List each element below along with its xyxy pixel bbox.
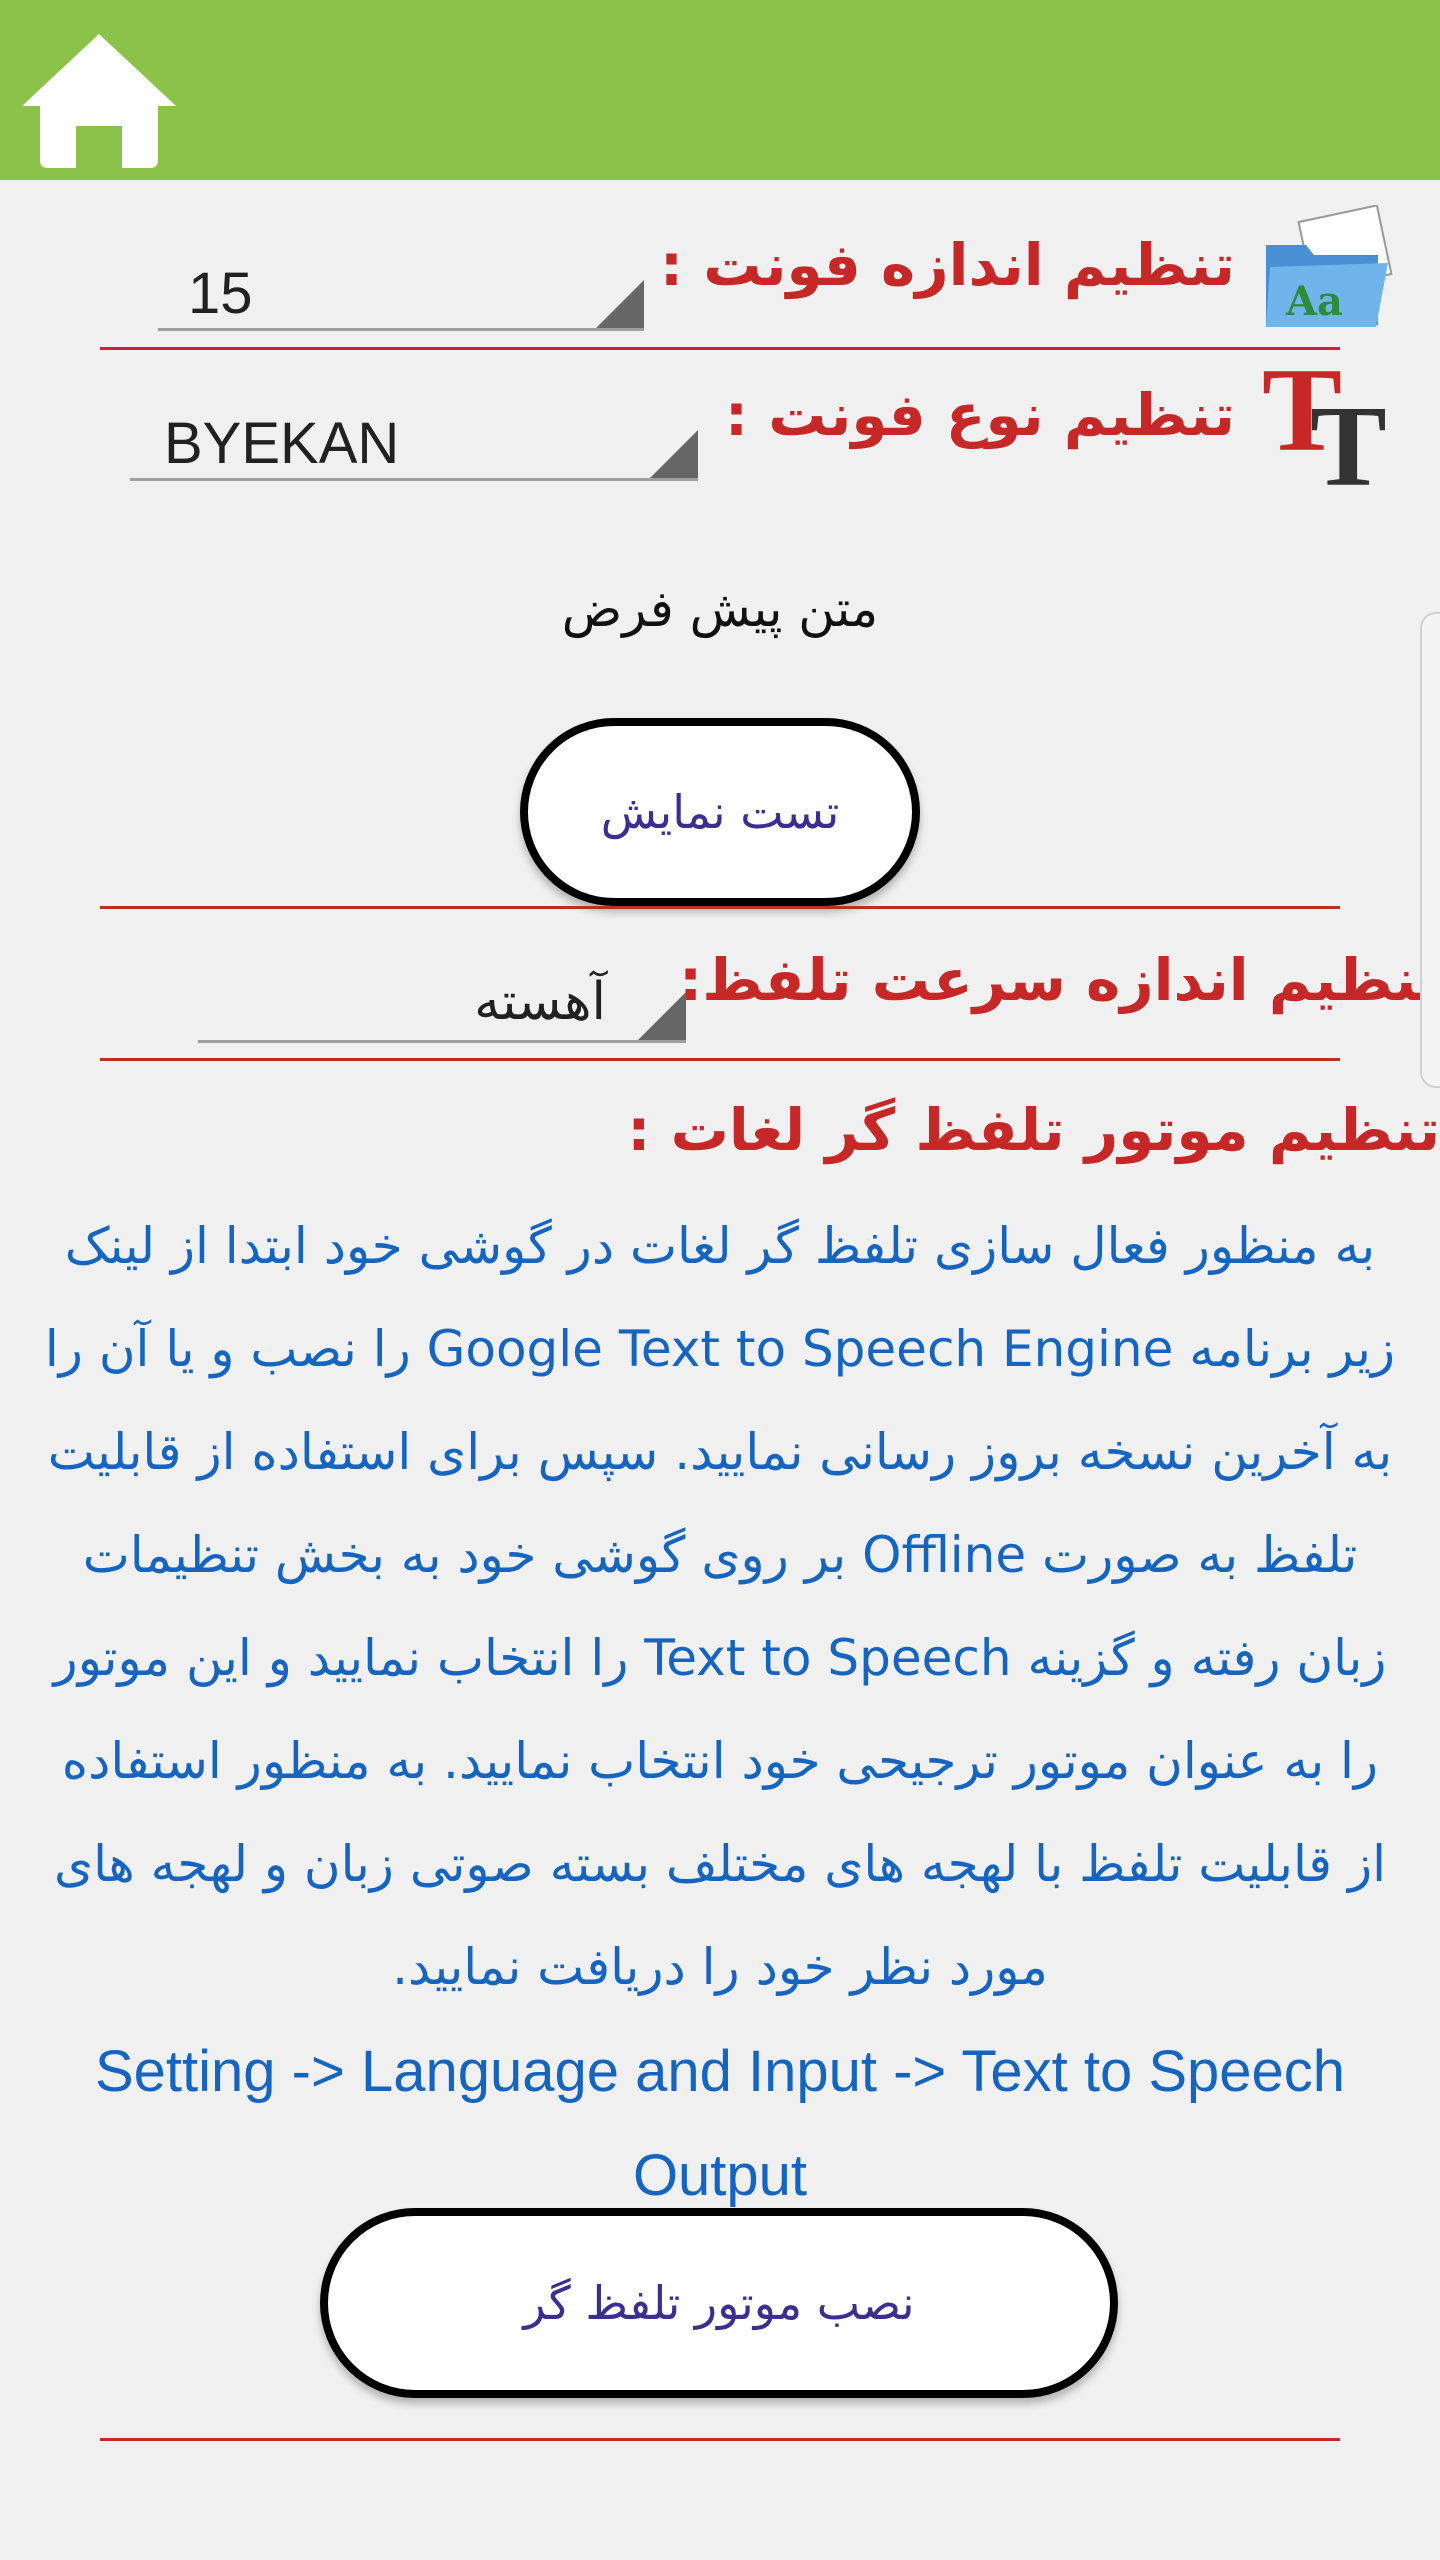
svg-text:Aa: Aa — [1285, 278, 1343, 325]
install-tts-button-label: نصب موتور تلفظ گر — [523, 2276, 915, 2330]
default-preview-text: متن پیش فرض — [561, 580, 879, 638]
tts-engine-label: تنظیم موتور تلفظ گر لغات : — [627, 1096, 1440, 1164]
font-size-value: 15 — [188, 261, 253, 326]
font-type-spinner[interactable]: BYEKAN — [130, 398, 698, 481]
divider — [100, 347, 1340, 350]
tt-font-icon: T T — [1262, 343, 1397, 510]
font-type-label: تنظیم نوع فونت : — [724, 381, 1235, 449]
font-size-spinner[interactable]: 15 — [158, 248, 644, 331]
dropdown-triangle-icon — [650, 430, 698, 478]
test-display-button-label: تست نمایش — [600, 785, 840, 839]
speech-rate-value: آهسته — [474, 972, 606, 1032]
side-panel-edge[interactable] — [1420, 612, 1440, 1088]
top-toolbar — [0, 0, 1440, 180]
folder-font-icon: Aa — [1260, 204, 1395, 335]
dropdown-triangle-icon — [638, 992, 686, 1040]
home-icon[interactable] — [18, 30, 180, 170]
test-display-button[interactable]: تست نمایش — [520, 718, 920, 906]
tts-info-text: به منظور فعال سازی تلفظ گر لغات در گوشی … — [44, 1217, 1396, 1996]
divider — [100, 2438, 1340, 2441]
speech-rate-label: تنظیم اندازه سرعت تلفظ: — [679, 946, 1440, 1014]
settings-path-text: Setting -> Language and Input -> Text to… — [94, 2039, 1346, 2208]
divider — [100, 1058, 1340, 1061]
font-type-value: BYEKAN — [164, 411, 400, 476]
install-tts-button[interactable]: نصب موتور تلفظ گر — [320, 2208, 1118, 2398]
speech-rate-spinner[interactable]: آهسته — [198, 960, 686, 1043]
dropdown-triangle-icon — [596, 280, 644, 328]
divider — [100, 906, 1340, 909]
font-size-label: تنظیم اندازه فونت : — [659, 231, 1235, 299]
svg-text:T: T — [1310, 383, 1387, 490]
